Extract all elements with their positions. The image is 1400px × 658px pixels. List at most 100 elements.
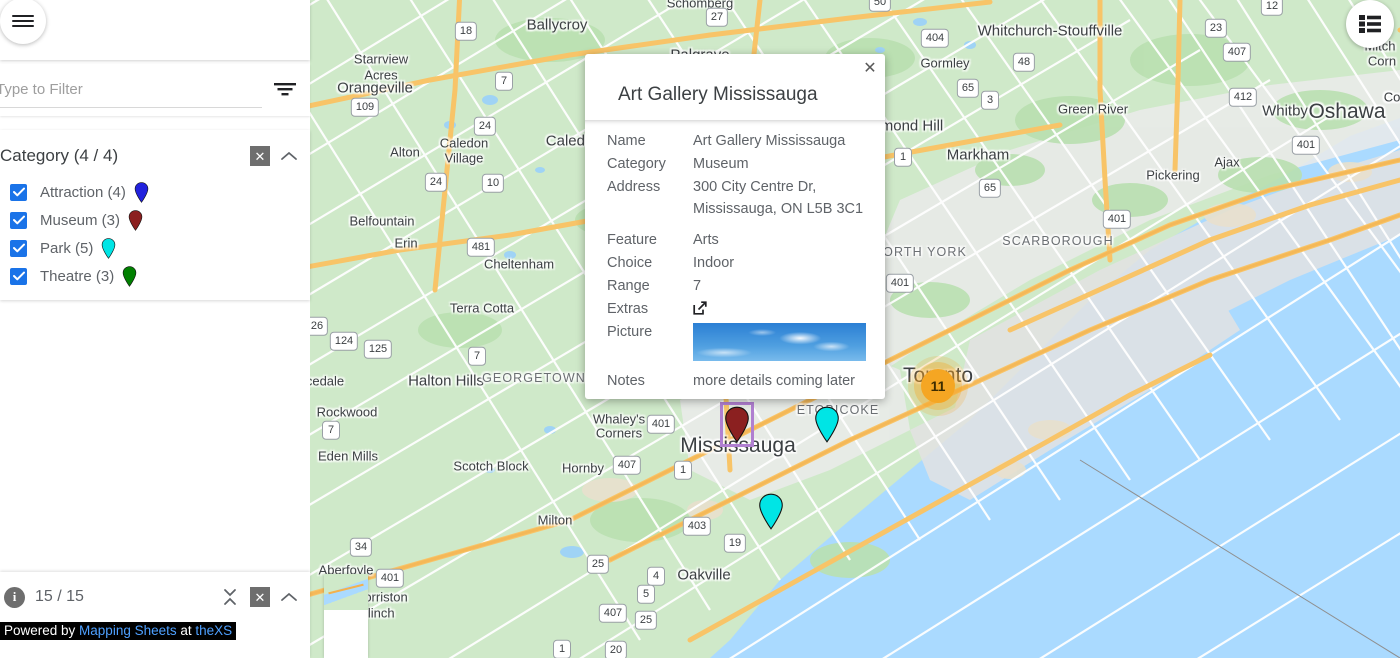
mapping-sheets-link[interactable]: Mapping Sheets (79, 623, 177, 638)
highway-shield: 7 (468, 346, 486, 366)
map-pin-icon (759, 493, 783, 530)
hamburger-menu-button[interactable] (0, 0, 46, 44)
category-collapse-button[interactable] (280, 150, 298, 162)
popup-field-list[interactable]: Name Art Gallery Mississauga Category Museu… (585, 120, 885, 396)
popup-field-key: Notes (607, 373, 645, 389)
category-pin-swatch (134, 181, 149, 203)
app-root: BallycroyPalgraveStarrviewAcresOrangevil… (0, 0, 1400, 658)
highway-shield: 34 (349, 537, 373, 557)
popup-field-row: Notes more details coming later ... (607, 370, 867, 396)
category-checkbox[interactable] (10, 211, 27, 229)
popup-field-row: Feature Arts (607, 229, 867, 251)
map-marker[interactable] (720, 402, 754, 447)
list-view-button[interactable] (1346, 0, 1394, 48)
highway-shield: 23 (1204, 18, 1228, 38)
category-clear-button[interactable]: ✕ (250, 146, 270, 166)
check-icon (12, 243, 25, 253)
map-marker[interactable] (814, 406, 840, 443)
attribution-middle: at (176, 623, 196, 638)
highway-shield: 10 (481, 173, 505, 193)
sidebar-header (0, 0, 310, 60)
minimap-thumbnail (324, 574, 368, 610)
chevron-up-icon (281, 592, 297, 601)
highway-shield: 1 (894, 147, 912, 167)
category-row[interactable]: Park (5) (0, 234, 310, 262)
highway-shield: 401 (646, 414, 676, 434)
filter-funnel-icon (274, 83, 296, 96)
popup-close-button[interactable]: ✕ (859, 57, 881, 79)
category-row[interactable]: Museum (3) (0, 206, 310, 234)
sidebar: Category (4 / 4) ✕ Attraction (4) Museum … (0, 0, 310, 658)
minimap-widget[interactable] (324, 574, 368, 658)
highway-shield: 404 (920, 28, 950, 48)
popup-field-row: Picture (607, 321, 867, 361)
highway-shield: 4 (647, 566, 665, 586)
map-pin-icon (128, 209, 143, 231)
highway-shield: 20 (604, 640, 628, 658)
collapse-all-button[interactable] (222, 588, 238, 606)
popup-field-row: Extras (607, 298, 867, 320)
external-link-icon (693, 301, 707, 315)
highway-shield: 65 (956, 78, 980, 98)
category-checkbox[interactable] (10, 267, 27, 285)
map-pin-icon (815, 406, 839, 443)
sidebar-status-bar: i 15 / 15 ✕ Powered by Mapping Sheets at… (0, 572, 310, 658)
popup-field-key: Category (607, 156, 666, 172)
popup-field-row: Address 300 City Centre Dr, Mississauga, … (607, 176, 867, 220)
category-label: Museum (3) (40, 211, 121, 229)
highway-shield: 27 (705, 7, 729, 27)
info-icon: i (4, 586, 25, 608)
highway-shield: 403 (682, 516, 712, 536)
picture-thumbnail[interactable] (693, 323, 866, 361)
status-clear-button[interactable]: ✕ (250, 587, 270, 607)
category-group-title: Category (4 / 4) (0, 146, 119, 165)
popup-field-value: Art Gallery Mississauga (693, 133, 846, 149)
highway-shield: 26 (310, 316, 329, 336)
collapse-vertical-icon (224, 589, 236, 605)
filter-bar (0, 64, 310, 116)
marker-cluster[interactable]: 11 (921, 369, 955, 403)
popup-field-value: Arts (693, 232, 719, 248)
highway-shield: 19 (723, 533, 747, 553)
popup-field-key: Address (607, 179, 661, 195)
category-row[interactable]: Theatre (3) (0, 262, 310, 290)
popup-field-value: Museum (693, 156, 749, 172)
highway-shield: 18 (454, 21, 478, 41)
hamburger-menu-icon (12, 13, 34, 30)
thexs-link[interactable]: theXS (195, 623, 232, 638)
check-icon (12, 215, 25, 225)
status-row: i 15 / 15 ✕ (0, 572, 310, 622)
external-link-button[interactable] (693, 298, 707, 315)
place-info-popup[interactable]: ✕ Art Gallery Mississauga Name Art Galler… (585, 54, 885, 399)
popup-title: Art Gallery Mississauga (618, 84, 818, 105)
popup-field-row: Name Art Gallery Mississauga (607, 130, 867, 152)
popup-field-row: Category Museum (607, 153, 867, 175)
highway-shield: 7 (322, 420, 340, 440)
record-count: 15 / 15 (35, 588, 84, 605)
highway-shield: 25 (586, 554, 610, 574)
category-label: Park (5) (40, 239, 94, 257)
popup-field-key: Range (607, 278, 650, 294)
popup-field-value: more details coming later ... (693, 373, 855, 396)
category-checkbox[interactable] (10, 183, 27, 201)
popup-field-key: Choice (607, 255, 653, 271)
map-marker[interactable] (758, 493, 784, 530)
status-expand-button[interactable] (280, 591, 298, 603)
highway-shield: 24 (473, 116, 497, 136)
highway-shield: 24 (424, 172, 448, 192)
filter-funnel-button[interactable] (274, 82, 296, 98)
category-pin-swatch (122, 265, 137, 287)
popup-field-row: Range 7 (607, 275, 867, 297)
category-row[interactable]: Attraction (4) (0, 178, 310, 206)
category-checkbox[interactable] (10, 239, 27, 257)
filter-input[interactable] (0, 72, 262, 108)
popup-field-key: Extras (607, 301, 649, 317)
check-icon (12, 271, 25, 281)
highway-shield: 125 (363, 339, 393, 359)
category-checkbox-list[interactable]: Attraction (4) Museum (3) Park (5) Theatre … (0, 176, 310, 290)
category-pin-swatch (128, 209, 143, 231)
highway-shield: 5 (637, 584, 655, 604)
highway-shield: 407 (598, 603, 628, 623)
highway-shield: 124 (329, 331, 359, 351)
list-view-icon (1359, 15, 1381, 33)
